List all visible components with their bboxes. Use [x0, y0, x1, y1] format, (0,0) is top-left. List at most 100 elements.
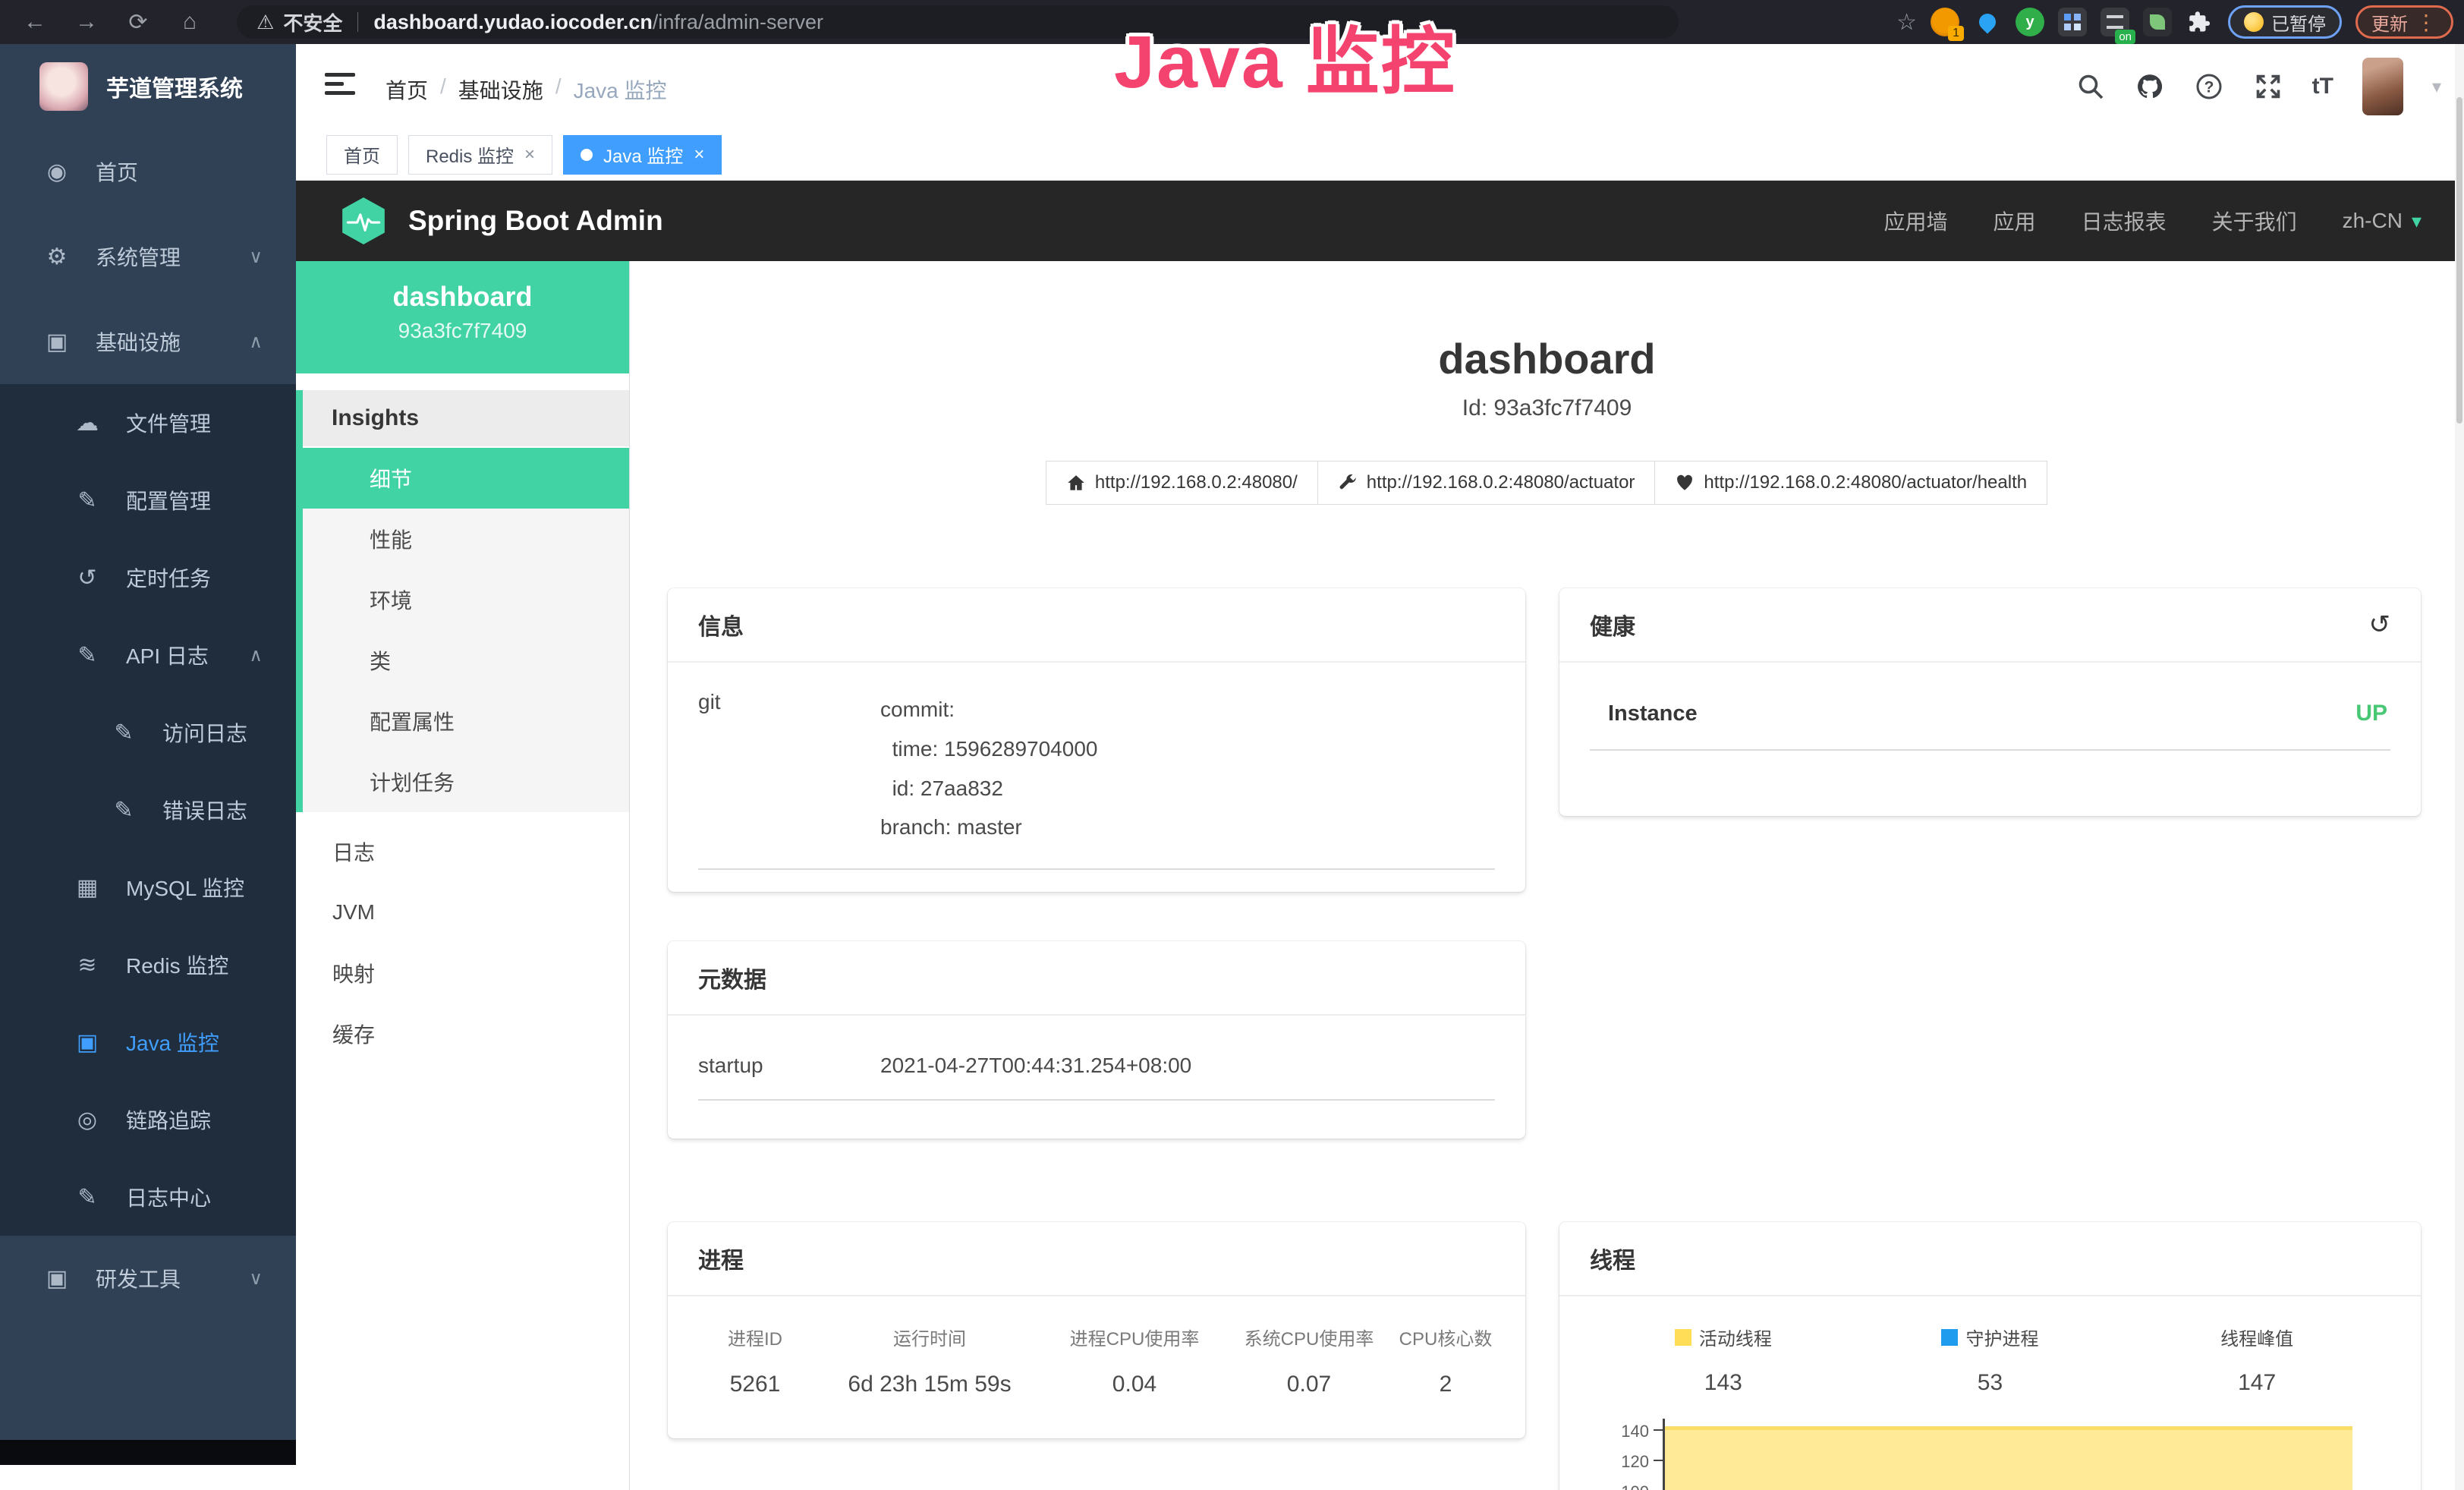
health-url-button[interactable]: http://192.168.0.2:48080/actuator/health — [1654, 461, 2047, 505]
breadcrumb-infrastructure[interactable]: 基础设施 — [458, 74, 543, 105]
sba-side-item-caches[interactable]: 缓存 — [296, 1003, 629, 1064]
extensions-puzzle-icon[interactable] — [2186, 8, 2214, 36]
user-caret-down-icon[interactable]: ▾ — [2432, 76, 2441, 98]
cloud-upload-icon: ☁ — [70, 410, 105, 436]
sba-side-item-details[interactable]: 细节 — [303, 448, 629, 509]
extension-grid-icon[interactable] — [2058, 8, 2087, 36]
card-title: 进程 — [698, 1242, 744, 1275]
scrollbar-track[interactable] — [2455, 44, 2464, 1490]
health-history-icon[interactable]: ↺ — [2369, 610, 2391, 640]
sba-side-item-classes[interactable]: 类 — [303, 630, 629, 691]
close-icon[interactable]: × — [524, 144, 535, 165]
service-url-button[interactable]: http://192.168.0.2:48080/ — [1046, 461, 1318, 505]
sba-side-item-config-props[interactable]: 配置属性 — [303, 691, 629, 751]
sba-side-plain-items: 日志 JVM 映射 缓存 — [296, 821, 629, 1064]
sidebar-item-scheduled-tasks[interactable]: ↺ 定时任务 — [0, 539, 296, 616]
browser-home-icon[interactable]: ⌂ — [173, 9, 206, 35]
extension-pin-icon[interactable] — [1973, 8, 2002, 36]
health-card-header: 健康 ↺ — [1559, 588, 2421, 663]
sidebar-item-file-mgmt[interactable]: ☁ 文件管理 — [0, 384, 296, 461]
font-size-icon[interactable]: tT — [2312, 74, 2333, 99]
actuator-url-button[interactable]: http://192.168.0.2:48080/actuator — [1317, 461, 1656, 505]
address-bar[interactable]: ⚠ 不安全 dashboard.yudao.iocoder.cn /infra/… — [237, 5, 1679, 39]
sba-side-item-metrics[interactable]: 性能 — [303, 509, 629, 569]
legend-live-threads: 活动线程 — [1675, 1324, 1772, 1350]
close-icon[interactable]: × — [694, 144, 704, 165]
browser-reload-icon[interactable]: ⟳ — [121, 9, 155, 36]
sidebar-item-mysql-monitor[interactable]: ▦ MySQL 监控 — [0, 849, 296, 926]
breadcrumb-home[interactable]: 首页 — [385, 74, 428, 105]
sidebar-item-redis-monitor[interactable]: ≋ Redis 监控 — [0, 926, 296, 1003]
sidebar-item-label: MySQL 监控 — [126, 872, 244, 903]
sidebar-item-access-log[interactable]: ✎ 访问日志 — [0, 694, 296, 771]
extension-leaf-icon[interactable] — [2143, 8, 2172, 36]
edit-icon: ✎ — [70, 487, 105, 514]
sba-brand[interactable]: Spring Boot Admin — [338, 196, 663, 246]
chevron-up-icon: ∧ — [249, 644, 263, 666]
threads-chart: 140 120 100 — [1590, 1419, 2390, 1490]
health-instance-row[interactable]: Instance UP — [1590, 690, 2390, 751]
github-icon[interactable] — [2135, 71, 2165, 102]
sidebar-item-label: 定时任务 — [126, 562, 211, 593]
process-col-header: 进程ID — [728, 1324, 782, 1350]
thread-stats: 活动线程 守护进程 线程峰值 143 53 147 — [1590, 1324, 2390, 1396]
extension-tampermonkey-icon[interactable]: y — [2016, 8, 2044, 36]
bookmark-star-icon[interactable]: ☆ — [1896, 9, 1917, 36]
chevron-down-icon: ∨ — [249, 246, 263, 268]
browser-back-icon[interactable]: ← — [18, 9, 52, 35]
app-logo-avatar — [39, 62, 88, 111]
sidebar-item-log-center[interactable]: ✎ 日志中心 — [0, 1158, 296, 1236]
sba-nav-applications[interactable]: 应用 — [1994, 206, 2036, 236]
profile-paused-chip[interactable]: 已暂停 — [2228, 5, 2342, 39]
breadcrumb-separator: / — [440, 74, 446, 105]
sba-side-item-mappings[interactable]: 映射 — [296, 943, 629, 1003]
browser-forward-icon[interactable]: → — [70, 9, 103, 35]
scrollbar-thumb[interactable] — [2456, 97, 2462, 424]
sba-instance-sidebar: dashboard 93a3fc7f7409 Insights 细节 性能 环境… — [296, 261, 630, 1490]
extension-onetab-icon[interactable]: on — [2101, 8, 2129, 36]
chevron-up-icon: ∧ — [249, 331, 263, 353]
card-title: 信息 — [698, 608, 744, 641]
update-button[interactable]: 更新 ⋮ — [2355, 5, 2453, 39]
fullscreen-icon[interactable] — [2253, 71, 2283, 102]
health-url: http://192.168.0.2:48080/actuator/health — [1704, 472, 2027, 493]
sba-main: dashboard Id: 93a3fc7f7409 http://192.16… — [630, 261, 2464, 1490]
health-instance-label: Instance — [1608, 701, 1698, 726]
tag-home[interactable]: 首页 — [326, 135, 398, 175]
sidebar-item-error-log[interactable]: ✎ 错误日志 — [0, 771, 296, 849]
sba-nav-journal[interactable]: 日志报表 — [2082, 206, 2167, 236]
mysql-icon: ▦ — [70, 874, 105, 901]
sba-nav-wallboard[interactable]: 应用墙 — [1884, 206, 1948, 236]
extension-colorzilla-icon[interactable]: 1 — [1931, 8, 1959, 36]
sidebar-item-home[interactable]: ◉ 首页 — [0, 129, 296, 214]
sba-side-item-logs[interactable]: 日志 — [296, 821, 629, 882]
sba-locale-select[interactable]: zh-CN ▾ — [2343, 209, 2422, 233]
profile-emoji-icon — [2244, 12, 2264, 32]
tag-java-monitor[interactable]: Java 监控 × — [563, 135, 722, 175]
help-icon[interactable]: ? — [2194, 71, 2224, 102]
y-tick: 100 — [1621, 1482, 1649, 1490]
process-uptime-value: 6d 23h 15m 59s — [848, 1372, 1011, 1397]
search-icon[interactable] — [2075, 71, 2106, 102]
sidebar-item-tracing[interactable]: ◎ 链路追踪 — [0, 1081, 296, 1158]
sidebar-item-api-log[interactable]: ✎ API 日志 ∧ — [0, 616, 296, 694]
breadcrumb: 首页 / 基础设施 / Java 监控 — [385, 74, 667, 105]
sidebar-item-dev-tools[interactable]: ▣ 研发工具 ∨ — [0, 1236, 296, 1321]
app-logo-row[interactable]: 芋道管理系统 — [0, 44, 296, 129]
sba-side-item-scheduled[interactable]: 计划任务 — [303, 751, 629, 812]
sba-brand-title: Spring Boot Admin — [408, 205, 663, 237]
browser-menu-kebab-icon[interactable]: ⋮ — [2415, 10, 2437, 35]
tag-redis-monitor[interactable]: Redis 监控 × — [408, 135, 552, 175]
sidebar-item-infrastructure[interactable]: ▣ 基础设施 ∧ — [0, 299, 296, 384]
user-avatar[interactable] — [2362, 58, 2403, 115]
sidebar-item-system-mgmt[interactable]: ⚙ 系统管理 ∨ — [0, 214, 296, 299]
sba-nav-about[interactable]: 关于我们 — [2212, 206, 2297, 236]
sba-side-item-jvm[interactable]: JVM — [296, 882, 629, 943]
sba-side-item-environment[interactable]: 环境 — [303, 569, 629, 630]
card-title: 线程 — [1590, 1242, 1635, 1275]
sidebar-item-java-monitor[interactable]: ▣ Java 监控 — [0, 1003, 296, 1081]
hamburger-icon[interactable] — [325, 73, 355, 99]
sidebar-item-config-mgmt[interactable]: ✎ 配置管理 — [0, 461, 296, 539]
log-icon: ✎ — [106, 797, 141, 824]
process-col-header: CPU核心数 — [1399, 1324, 1493, 1350]
